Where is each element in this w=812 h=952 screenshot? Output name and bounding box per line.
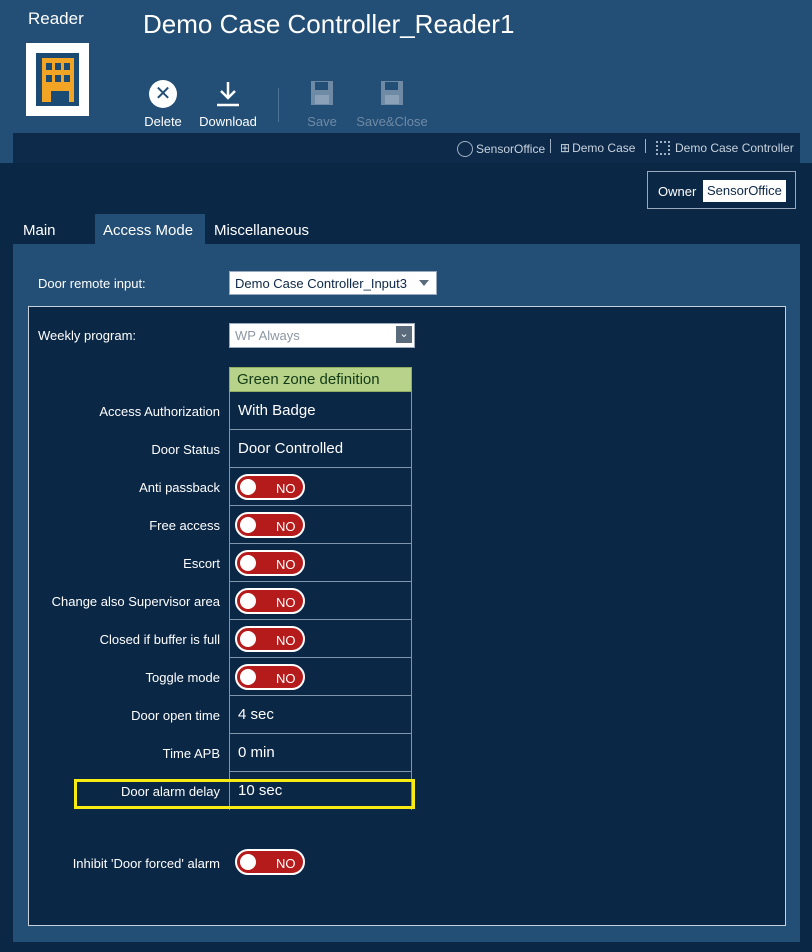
toolbar-separator xyxy=(278,88,279,122)
escort-toggle[interactable]: NO xyxy=(235,550,305,576)
closed-if-buffer-full-toggle[interactable]: NO xyxy=(235,626,305,652)
chevron-down-icon: ⌄ xyxy=(396,326,412,343)
save-icon xyxy=(306,80,338,108)
breadcrumb-item-demo-case-controller[interactable]: Demo Case Controller xyxy=(656,141,794,155)
object-type-label: Reader xyxy=(28,9,84,28)
door-status-value[interactable]: Door Controlled xyxy=(229,430,412,468)
save-label: Save xyxy=(307,114,337,129)
free-access-label: Free access xyxy=(149,518,220,533)
inhibit-door-forced-label: Inhibit 'Door forced' alarm xyxy=(72,856,220,871)
delete-label: Delete xyxy=(144,114,182,129)
access-authorization-label: Access Authorization xyxy=(99,404,220,419)
reader-icon xyxy=(26,43,89,116)
controller-chip-icon xyxy=(656,141,670,155)
owner-field[interactable]: SensorOffice xyxy=(703,180,786,202)
hierarchy-icon: ⊞ xyxy=(560,141,571,155)
inhibit-door-forced-toggle[interactable]: NO xyxy=(235,849,305,875)
tab-access-mode[interactable]: Access Mode xyxy=(95,214,205,244)
free-access-toggle[interactable]: NO xyxy=(235,512,305,538)
save-button[interactable]: Save xyxy=(306,80,338,129)
access-authorization-value[interactable]: With Badge xyxy=(229,392,412,430)
closed-if-buffer-full-label: Closed if buffer is full xyxy=(99,632,220,647)
globe-icon xyxy=(457,141,473,157)
download-label: Download xyxy=(199,114,257,129)
door-open-time-label: Door open time xyxy=(131,708,220,723)
change-supervisor-area-label: Change also Supervisor area xyxy=(51,594,220,609)
save-close-icon xyxy=(356,80,428,108)
download-button[interactable]: Download xyxy=(197,80,259,129)
owner-label: Owner xyxy=(658,184,697,199)
download-icon xyxy=(197,80,259,108)
green-zone-header: Green zone definition xyxy=(229,367,412,392)
weekly-program-label: Weekly program: xyxy=(38,328,137,343)
delete-icon: ✕ xyxy=(143,80,183,108)
change-supervisor-area-toggle[interactable]: NO xyxy=(235,588,305,614)
anti-passback-toggle[interactable]: NO xyxy=(235,474,305,500)
door-remote-input-select[interactable]: Demo Case Controller_Input3 xyxy=(229,271,437,295)
time-apb-value[interactable]: 0 min xyxy=(229,734,412,772)
chevron-down-icon xyxy=(419,280,429,286)
delete-button[interactable]: ✕ Delete xyxy=(143,80,183,129)
highlight-box xyxy=(74,779,415,809)
escort-label: Escort xyxy=(183,556,220,571)
tab-miscellaneous[interactable]: Miscellaneous xyxy=(205,214,325,244)
page-title: Demo Case Controller_Reader1 xyxy=(143,9,515,39)
time-apb-label: Time APB xyxy=(162,746,220,761)
weekly-program-value: WP Always xyxy=(235,328,300,343)
door-open-time-value[interactable]: 4 sec xyxy=(229,696,412,734)
breadcrumb-separator xyxy=(550,139,551,153)
owner-box: Owner SensorOffice xyxy=(647,171,796,209)
door-remote-input-value: Demo Case Controller_Input3 xyxy=(235,276,407,291)
breadcrumb-item-demo-case[interactable]: ⊞ Demo Case xyxy=(560,141,635,155)
header: Reader Demo Case Controller_Reader1 ✕ De… xyxy=(0,0,812,163)
tab-main[interactable]: Main xyxy=(13,214,95,244)
breadcrumb: SensorOffice ⊞ Demo Case Demo Case Contro… xyxy=(13,133,800,163)
toggle-mode-label: Toggle mode xyxy=(145,670,220,685)
breadcrumb-separator xyxy=(645,139,646,153)
save-close-label: Save&Close xyxy=(356,114,428,129)
weekly-program-select[interactable]: WP Always ⌄ xyxy=(229,323,415,348)
save-close-button[interactable]: Save&Close xyxy=(356,80,428,129)
door-status-label: Door Status xyxy=(151,442,220,457)
toggle-mode-toggle[interactable]: NO xyxy=(235,664,305,690)
anti-passback-label: Anti passback xyxy=(139,480,220,495)
breadcrumb-item-sensoroffice[interactable]: SensorOffice xyxy=(457,141,545,157)
door-remote-input-label: Door remote input: xyxy=(38,276,146,291)
